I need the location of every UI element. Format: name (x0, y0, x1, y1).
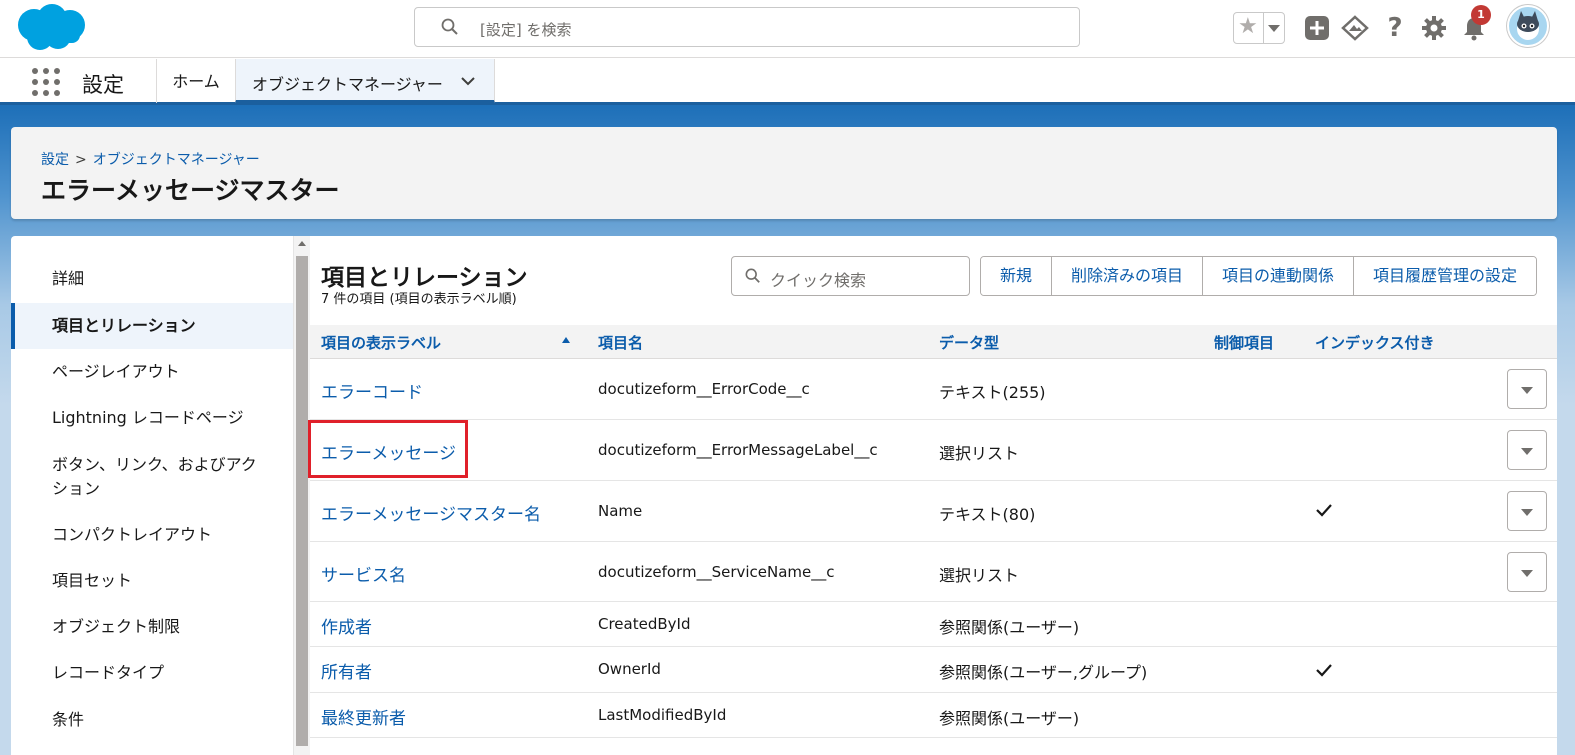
salesforce-logo-icon[interactable] (14, 3, 90, 53)
sidebar-item-compact-layouts[interactable]: コンパクトレイアウト (11, 523, 293, 547)
field-api-name: docutizeform__ServiceName__c (598, 563, 835, 581)
star-icon: ★ (1238, 14, 1258, 39)
section-title: 項目とリレーション (321, 265, 528, 291)
sidebar-item-object-limits[interactable]: オブジェクト制限 (11, 615, 293, 639)
field-label-link[interactable]: エラーメッセージマスター名 (321, 500, 541, 525)
app-navigation-bar: 設定 ホーム オブジェクトマネージャー (0, 59, 1575, 105)
field-label-link[interactable]: 最終更新者 (321, 704, 406, 729)
field-api-name: OwnerId (598, 660, 661, 678)
sidebar-scrollbar[interactable] (293, 236, 310, 755)
sort-ascending-icon[interactable] (562, 337, 570, 343)
breadcrumb-object-manager-link[interactable]: オブジェクトマネージャー (93, 152, 260, 168)
field-api-name: CreatedById (598, 615, 691, 633)
global-actions-icon[interactable] (1303, 14, 1331, 42)
field-api-name: LastModifiedById (598, 706, 727, 724)
chevron-down-icon[interactable] (460, 73, 476, 93)
row-actions-button[interactable] (1507, 430, 1547, 470)
breadcrumb: 設定 > オブジェクトマネージャー (41, 152, 260, 168)
field-data-type: 選択リスト (939, 566, 1020, 585)
table-row: エラーコード docutizeform__ErrorCode__c テキスト(2… (310, 359, 1557, 420)
column-header-indexed[interactable]: インデックス付き (1315, 332, 1435, 353)
sidebar-item-label: ボタン、リンク、およびアク (52, 455, 257, 474)
field-api-name: docutizeform__ErrorCode__c (598, 380, 810, 398)
field-label-link[interactable]: 所有者 (321, 658, 372, 683)
breadcrumb-setup-link[interactable]: 設定 (41, 152, 69, 168)
page-title: エラーメッセージマスター (41, 176, 340, 205)
chevron-down-icon (1521, 387, 1533, 394)
field-label-link[interactable]: サービス名 (321, 561, 406, 586)
field-data-type: 参照関係(ユーザー) (939, 618, 1080, 637)
global-search-input[interactable]: [設定] を検索 (414, 7, 1080, 47)
sidebar-item-label-continued: ション (52, 479, 101, 498)
checkmark-icon (1315, 501, 1333, 523)
field-data-type: テキスト(80) (939, 505, 1036, 524)
tab-object-manager-label: オブジェクトマネージャー (252, 75, 443, 94)
field-data-type: テキスト(255) (939, 383, 1046, 402)
deleted-fields-button[interactable]: 削除済みの項目 (1052, 257, 1204, 295)
table-header: 項目の表示ラベル 項目名 データ型 制御項目 インデックス付き (310, 325, 1557, 359)
table-row: サービス名 docutizeform__ServiceName__c 選択リスト (310, 542, 1557, 602)
favorites-button[interactable]: ★ (1233, 12, 1285, 44)
field-data-type: 参照関係(ユーザー) (939, 709, 1080, 728)
chevron-down-icon[interactable] (1268, 25, 1280, 32)
table-row: 作成者 CreatedById 参照関係(ユーザー) (310, 602, 1557, 647)
table-row: 最終更新者 LastModifiedById 参照関係(ユーザー) (310, 693, 1557, 738)
gear-icon[interactable] (1420, 14, 1448, 42)
sidebar-item-lightning-record-pages[interactable]: Lightning レコードページ (11, 406, 293, 430)
column-header-label[interactable]: 項目の表示ラベル (321, 332, 441, 353)
sidebar-item-field-sets[interactable]: 項目セット (11, 569, 293, 593)
quick-search-placeholder: クイック検索 (770, 271, 867, 290)
chevron-down-icon (1521, 448, 1533, 455)
section-subtitle: 7 件の項目 (項目の表示ラベル順) (321, 292, 517, 307)
field-label-link[interactable]: エラーコード (321, 378, 423, 403)
help-icon[interactable]: ? (1381, 14, 1409, 42)
field-data-type: 参照関係(ユーザー,グループ) (939, 663, 1148, 682)
row-actions-button[interactable] (1507, 552, 1547, 592)
sidebar-item-fields-relationships[interactable]: 項目とリレーション (11, 303, 293, 349)
chevron-down-icon (1521, 509, 1533, 516)
field-dependencies-button[interactable]: 項目の連動関係 (1203, 257, 1355, 295)
app-launcher-icon[interactable] (32, 68, 60, 96)
history-tracking-button[interactable]: 項目履歴管理の設定 (1354, 257, 1537, 295)
sidebar-item-page-layouts[interactable]: ページレイアウト (11, 360, 293, 384)
field-api-name: docutizeform__ErrorMessageLabel__c (598, 441, 878, 459)
scroll-up-icon[interactable] (298, 241, 306, 246)
sidebar-item-record-types[interactable]: レコードタイプ (11, 661, 293, 685)
scrollbar-thumb[interactable] (296, 256, 308, 746)
global-header: [設定] を検索 ★ ? 1 (0, 0, 1575, 58)
sidebar-item-conditions[interactable]: 条件 (11, 708, 293, 732)
checkmark-icon (1315, 661, 1333, 683)
fields-panel: 項目とリレーション 7 件の項目 (項目の表示ラベル順) クイック検索 新規 削… (308, 236, 1557, 755)
object-sidebar: 詳細 項目とリレーション ページレイアウト Lightning レコードページ … (11, 236, 293, 755)
trailhead-icon[interactable] (1341, 14, 1369, 42)
search-icon (441, 18, 459, 40)
field-api-name: Name (598, 502, 643, 520)
search-icon (745, 268, 761, 288)
tab-home[interactable]: ホーム (157, 59, 235, 103)
notification-badge: 1 (1471, 5, 1491, 25)
table-row: エラーメッセージマスター名 Name テキスト(80) (310, 481, 1557, 542)
app-name: 設定 (82, 73, 124, 97)
field-label-link[interactable]: 作成者 (321, 613, 372, 638)
table-row: 所有者 OwnerId 参照関係(ユーザー,グループ) (310, 647, 1557, 693)
page-header: 設定 > オブジェクトマネージャー エラーメッセージマスター (11, 127, 1557, 219)
field-data-type: 選択リスト (939, 444, 1020, 463)
column-header-api-name[interactable]: 項目名 (598, 332, 643, 353)
table-row: エラーメッセージ docutizeform__ErrorMessageLabel… (308, 420, 1557, 481)
column-header-controlling[interactable]: 制御項目 (1214, 332, 1274, 353)
highlight-box (308, 420, 468, 478)
chevron-down-icon (1521, 570, 1533, 577)
sidebar-item-details[interactable]: 詳細 (11, 267, 293, 291)
column-header-data-type[interactable]: データ型 (939, 332, 999, 353)
row-actions-button[interactable] (1507, 369, 1547, 409)
avatar[interactable] (1507, 5, 1549, 47)
row-actions-button[interactable] (1507, 491, 1547, 531)
tab-object-manager[interactable]: オブジェクトマネージャー (235, 59, 495, 103)
sidebar-item-buttons-links-actions[interactable]: ボタン、リンク、およびアク ション (11, 453, 293, 501)
search-placeholder: [設定] を検索 (480, 21, 572, 39)
quick-search-input[interactable]: クイック検索 (731, 256, 970, 296)
new-field-button[interactable]: 新規 (981, 257, 1053, 295)
field-actions-button-group: 新規 削除済みの項目 項目の連動関係 項目履歴管理の設定 (980, 256, 1538, 296)
